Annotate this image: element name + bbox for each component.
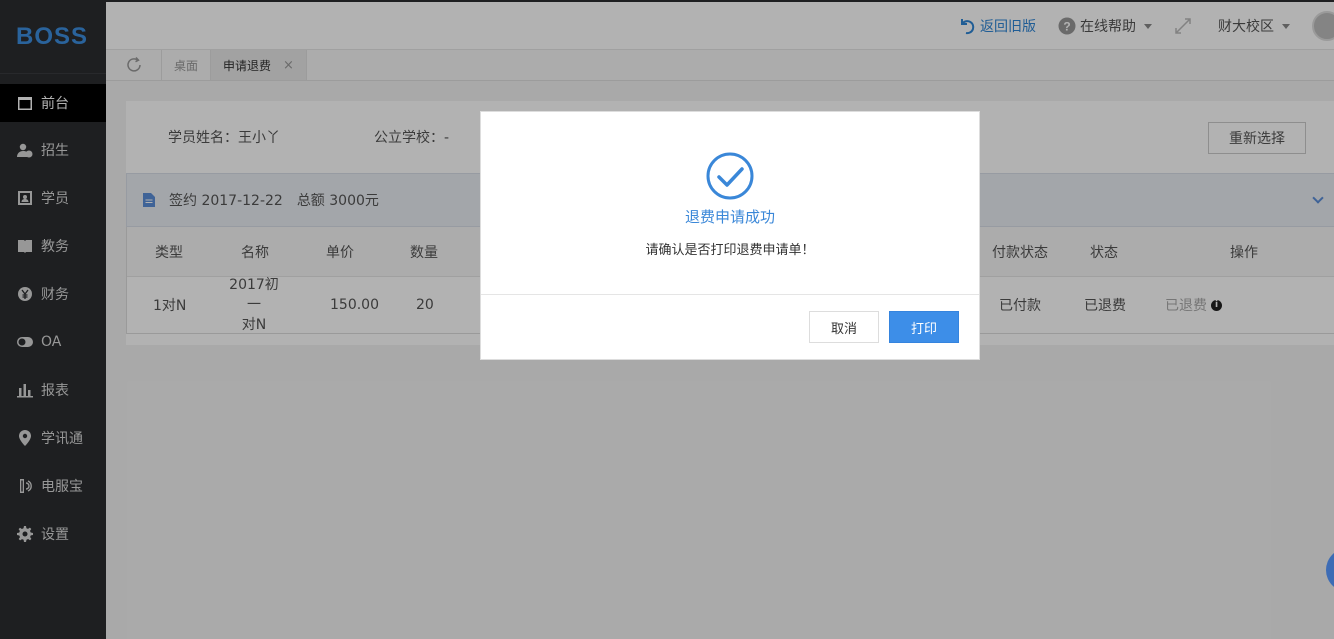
print-button[interactable]: 打印: [889, 311, 959, 343]
cancel-button[interactable]: 取消: [809, 311, 879, 343]
dialog-title: 退费申请成功: [684, 208, 775, 226]
dialog-message: 请确认是否打印退费申请单！: [645, 243, 815, 258]
check-circle-icon: [706, 152, 754, 200]
refund-success-dialog: 退费申请成功 请确认是否打印退费申请单！ 取消 打印: [480, 111, 980, 360]
